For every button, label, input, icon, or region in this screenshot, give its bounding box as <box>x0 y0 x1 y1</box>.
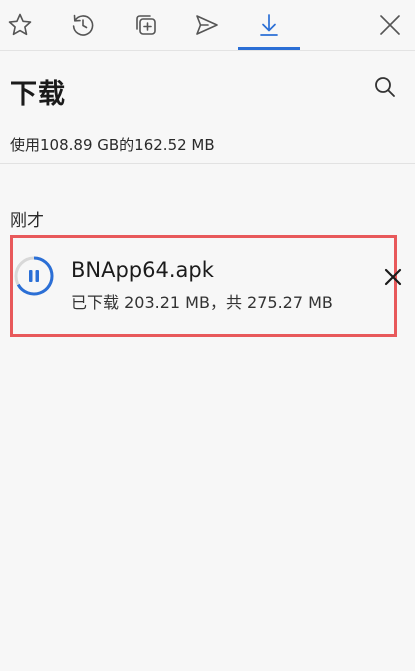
send-icon <box>194 12 220 38</box>
tab-share[interactable] <box>187 5 227 45</box>
pause-icon <box>13 256 55 301</box>
close-icon <box>378 13 402 37</box>
tab-downloads[interactable] <box>249 5 289 45</box>
section-label-recent: 刚才 <box>10 211 44 231</box>
search-button[interactable] <box>368 72 402 106</box>
divider <box>0 163 415 164</box>
pause-download-button[interactable] <box>13 255 55 297</box>
panel-toolbar <box>0 0 415 51</box>
close-panel-button[interactable] <box>370 5 410 45</box>
close-icon <box>383 267 403 291</box>
download-icon <box>256 12 282 38</box>
download-file-name[interactable]: BNApp64.apk <box>71 258 214 282</box>
download-progress-text: 已下载 203.21 MB，共 275.27 MB <box>71 293 333 312</box>
search-icon <box>373 75 397 103</box>
download-item[interactable]: BNApp64.apk 已下载 203.21 MB，共 275.27 MB <box>10 235 402 337</box>
star-icon <box>7 12 33 38</box>
remove-download-button[interactable] <box>381 267 405 291</box>
active-tab-indicator <box>238 47 300 50</box>
tab-history[interactable] <box>63 5 103 45</box>
storage-usage-text: 使用108.89 GB的162.52 MB <box>10 136 215 154</box>
tab-collections[interactable] <box>126 5 166 45</box>
collections-icon <box>133 12 159 38</box>
history-icon <box>70 12 96 38</box>
page-title: 下载 <box>10 79 66 110</box>
tab-favorites[interactable] <box>0 5 40 45</box>
